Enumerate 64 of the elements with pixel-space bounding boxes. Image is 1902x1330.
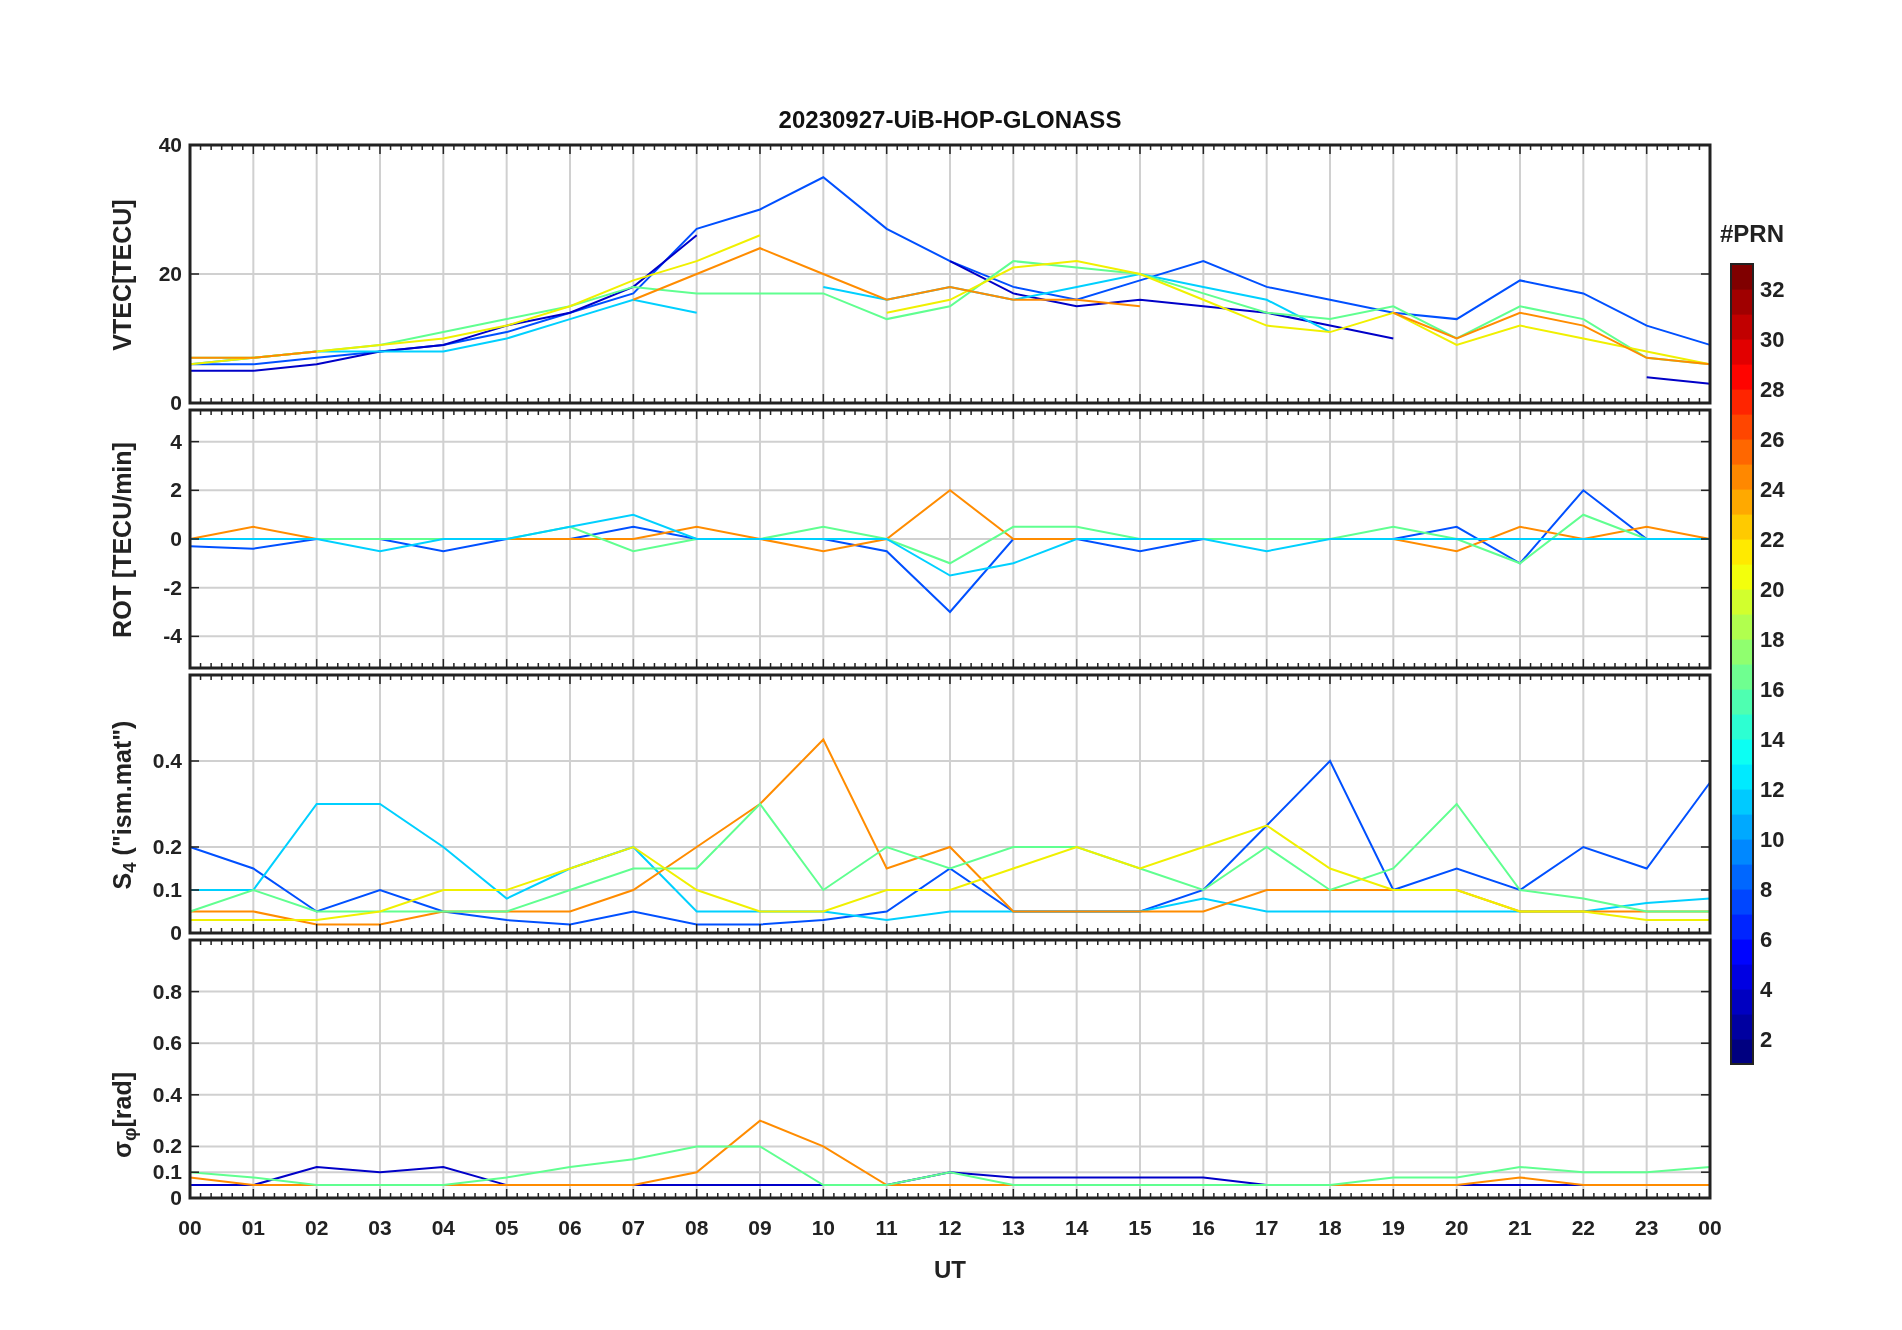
- tick-label: 12: [938, 1216, 962, 1239]
- tick-label: 00: [178, 1216, 202, 1239]
- tick-label: 4: [170, 429, 182, 453]
- tick-label: 09: [748, 1216, 772, 1239]
- tick-label: 08: [685, 1216, 709, 1239]
- tick-label: 00: [1698, 1216, 1722, 1239]
- tick-label: 2: [170, 478, 182, 502]
- tick-label: 0: [170, 391, 182, 414]
- tick-label: 0.4: [152, 749, 182, 772]
- tick-label: 16: [1191, 1216, 1215, 1239]
- tick-label: 06: [558, 1216, 582, 1239]
- tick-label: -2: [163, 575, 182, 599]
- tick-label: 0.2: [152, 835, 182, 858]
- tick-label: 8: [1760, 877, 1773, 902]
- tick-label: 18: [1318, 1216, 1342, 1239]
- tick-label: 0.1: [152, 1160, 182, 1184]
- tick-label: 15: [1128, 1216, 1152, 1239]
- tick-label: 30: [1760, 327, 1785, 352]
- tick-label: 0: [170, 921, 182, 944]
- axis-title: ROT [TECU/min]: [106, 441, 137, 638]
- tick-label: 23: [1635, 1216, 1659, 1239]
- tick-label: 6: [1760, 927, 1773, 952]
- tick-label: 02: [305, 1216, 329, 1239]
- tick-label: 17: [1255, 1216, 1279, 1239]
- tick-label: 22: [1760, 527, 1785, 552]
- tick-label: 12: [1760, 777, 1785, 802]
- tick-label: 20: [158, 262, 182, 285]
- colorbar-title: #PRN: [1720, 220, 1785, 247]
- axis-title: UT: [934, 1256, 966, 1283]
- tick-label: 18: [1760, 627, 1785, 652]
- tick-label: 0: [170, 527, 182, 550]
- tick-label: 0.8: [152, 979, 182, 1003]
- tick-label: 10: [1760, 827, 1785, 852]
- tick-label: 0.1: [152, 878, 182, 901]
- tick-label: 10: [811, 1216, 835, 1239]
- tick-label: 0.4: [152, 1082, 182, 1106]
- axis-title: VTEC[TECU]: [106, 198, 137, 351]
- tick-label: 20: [1760, 577, 1785, 602]
- tick-label: 11: [875, 1216, 898, 1239]
- tick-label: 05: [495, 1216, 519, 1239]
- tick-label: 28: [1760, 377, 1785, 402]
- tick-label: 21: [1508, 1216, 1532, 1239]
- tick-label: 04: [431, 1216, 455, 1239]
- tick-label: 07: [621, 1216, 645, 1239]
- tick-label: 4: [1760, 977, 1773, 1002]
- tick-label: 16: [1760, 677, 1785, 702]
- tick-label: 26: [1760, 427, 1785, 452]
- tick-label: 2: [1760, 1027, 1773, 1052]
- tick-label: 03: [368, 1216, 392, 1239]
- tick-label: -4: [163, 624, 182, 648]
- tick-label: 40: [158, 133, 182, 156]
- tick-label: 14: [1065, 1216, 1089, 1239]
- tick-label: 19: [1381, 1216, 1405, 1239]
- tick-label: 14: [1760, 727, 1785, 752]
- tick-label: 0: [170, 1186, 182, 1209]
- tick-label: 24: [1760, 477, 1785, 502]
- chart-title: 20230927-UiB-HOP-GLONASS: [777, 105, 1123, 135]
- tick-label: 20: [1445, 1216, 1469, 1239]
- tick-label: 22: [1571, 1216, 1595, 1239]
- tick-label: 13: [1001, 1216, 1025, 1239]
- tick-label: 0.6: [152, 1031, 182, 1055]
- tick-label: 0.2: [152, 1134, 182, 1158]
- tick-label: 32: [1760, 277, 1785, 302]
- tick-label: 01: [241, 1216, 265, 1239]
